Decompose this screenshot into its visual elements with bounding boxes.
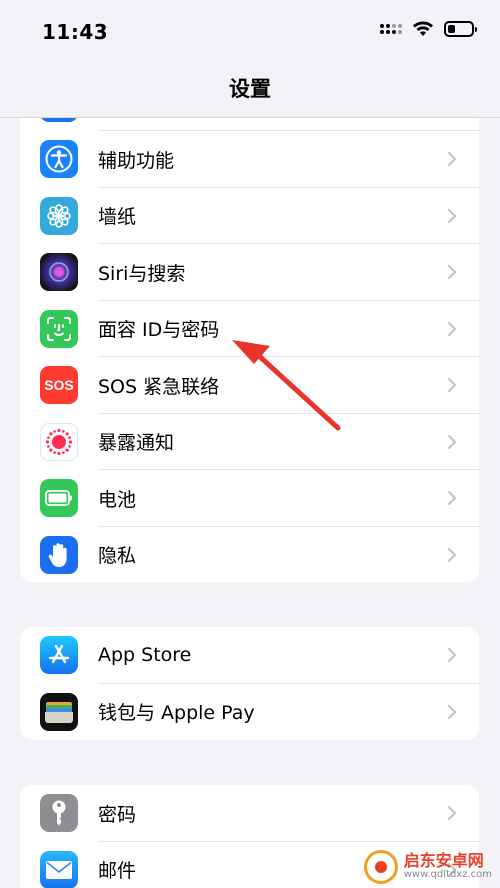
chevron-right-icon (447, 648, 457, 663)
chevron-right-icon (447, 152, 457, 167)
settings-item-accessibility[interactable]: 辅助功能 (20, 131, 479, 188)
watermark-url: www.qdltdxz.com (403, 869, 492, 881)
settings-item-label: SOS 紧急联络 (98, 375, 220, 398)
key-icon (40, 794, 78, 833)
chevron-right-icon (447, 321, 457, 336)
wallet-icon (40, 692, 78, 731)
settings-group-2: App Store 钱包与 Apple Pay (20, 627, 479, 740)
settings-item-label: 辅助功能 (98, 149, 175, 172)
wallpaper-flower-icon (40, 196, 78, 235)
battery-icon (40, 479, 78, 518)
settings-item-privacy[interactable]: 隐私 (20, 527, 479, 583)
settings-item-label: 电池 (98, 488, 137, 511)
chevron-right-icon (447, 806, 457, 821)
settings-group-1: 辅助功能 墙纸 Siri与搜索 面容 ID与密码 SOS SOS 紧急联络 暴露… (20, 75, 479, 582)
app-store-icon (40, 636, 78, 675)
privacy-hand-icon (40, 535, 78, 574)
chevron-right-icon (447, 378, 457, 393)
settings-item-label: 面容 ID与密码 (98, 319, 220, 342)
settings-list[interactable]: 辅助功能 墙纸 Siri与搜索 面容 ID与密码 SOS SOS 紧急联络 暴露… (0, 0, 500, 888)
settings-item-app-store[interactable]: App Store (20, 627, 479, 684)
settings-item-exposure[interactable]: 暴露通知 (20, 414, 479, 470)
settings-item-label: App Store (98, 644, 192, 667)
watermark-logo: 启东安卓网 www.qdltdxz.com (363, 850, 492, 884)
sos-icon-text: SOS (44, 377, 74, 394)
face-id-icon (40, 309, 78, 348)
settings-item-siri[interactable]: Siri与搜索 (20, 244, 479, 301)
status-icons (380, 20, 477, 37)
settings-item-sos[interactable]: SOS SOS 紧急联络 (20, 357, 479, 414)
settings-item-wallet[interactable]: 钱包与 Apple Pay (20, 684, 479, 741)
chevron-right-icon (447, 547, 457, 562)
settings-item-label: Siri与搜索 (98, 262, 186, 285)
exposure-notification-icon (40, 422, 78, 461)
sos-icon: SOS (40, 366, 78, 405)
chevron-right-icon (447, 208, 457, 223)
settings-item-label: 密码 (98, 803, 137, 826)
status-time: 11:43 (42, 20, 109, 44)
battery-status-icon (444, 20, 477, 37)
settings-item-label: 钱包与 Apple Pay (98, 702, 255, 725)
settings-item-label: 墙纸 (98, 206, 137, 229)
navigation-bar: 设置 (0, 60, 500, 118)
settings-item-face-id[interactable]: 面容 ID与密码 (20, 301, 479, 357)
page-title: 设置 (229, 77, 271, 101)
mail-icon (40, 850, 78, 888)
settings-item-label: 隐私 (98, 545, 137, 568)
siri-icon (40, 253, 78, 292)
chevron-right-icon (447, 491, 457, 506)
status-bar: 11:43 (0, 0, 500, 60)
cellular-signal-icon (380, 23, 402, 34)
wifi-icon (413, 21, 433, 36)
chevron-right-icon (447, 434, 457, 449)
settings-item-wallpaper[interactable]: 墙纸 (20, 188, 479, 244)
chevron-right-icon (447, 704, 457, 719)
watermark-icon (363, 850, 398, 884)
settings-item-passwords[interactable]: 密码 (20, 785, 479, 842)
watermark-name: 启东安卓网 (403, 851, 484, 871)
settings-item-label: 暴露通知 (98, 432, 175, 455)
accessibility-icon (40, 140, 78, 179)
chevron-right-icon (447, 265, 457, 280)
settings-item-battery[interactable]: 电池 (20, 470, 479, 527)
